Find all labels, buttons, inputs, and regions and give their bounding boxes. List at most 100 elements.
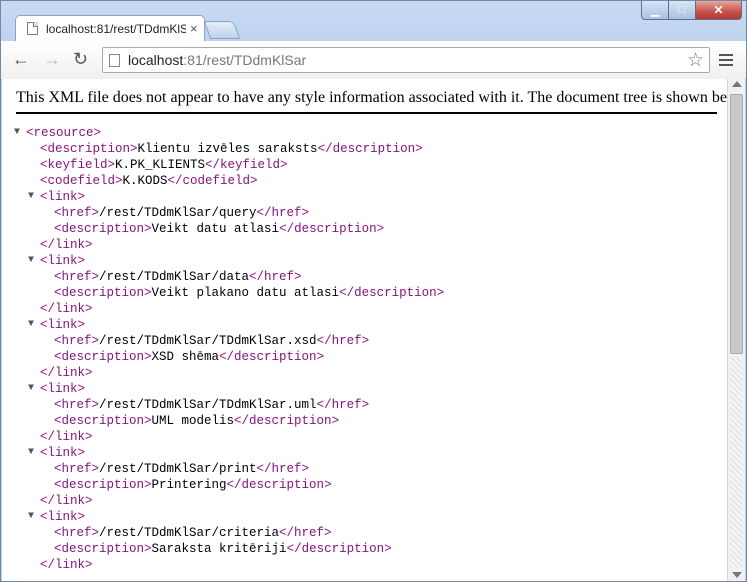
tab-title: localhost:81/rest/TDdmKlSar <box>46 21 186 36</box>
close-tab-icon[interactable]: × <box>190 21 198 36</box>
xml-tag: </codefield> <box>167 174 258 188</box>
scroll-track[interactable] <box>730 357 743 567</box>
xml-text: Veikt plakano datu atlasi <box>151 286 340 300</box>
collapse-triangle-icon[interactable]: ▼ <box>28 253 34 269</box>
xml-tag: </href> <box>256 206 310 220</box>
xml-tag: <description> <box>54 414 152 428</box>
xml-tag: <link> <box>40 446 86 460</box>
new-tab-button[interactable] <box>203 21 241 39</box>
scroll-down-arrow-icon[interactable] <box>732 572 742 578</box>
xml-tag: </href> <box>249 270 302 284</box>
xml-tag: </description> <box>279 222 385 236</box>
xml-link-open: ▼ <link> <box>2 189 444 205</box>
url-path: :81/rest/TDdmKlSar <box>183 52 307 68</box>
vertical-scrollbar[interactable] <box>727 79 745 581</box>
xml-link-open: ▼ <link> <box>2 253 444 269</box>
address-bar[interactable]: localhost:81/rest/TDdmKlSar ☆ <box>102 47 710 73</box>
xml-tag: <href> <box>54 334 100 348</box>
collapse-triangle-icon[interactable]: ▼ <box>28 381 34 397</box>
xml-href-line: <href>/rest/TDdmKlSar/criteria</href> <box>2 525 444 541</box>
xml-notice: This XML file does not appear to have an… <box>16 89 727 114</box>
xml-text: Klientu izvēles saraksts <box>137 142 318 156</box>
xml-description-line: <description>XSD shēma</description> <box>2 349 444 365</box>
collapse-triangle-icon[interactable]: ▼ <box>28 189 34 205</box>
browser-window: ▁ □ ✕ localhost:81/rest/TDdmKlSar × ← → … <box>0 0 747 582</box>
xml-tag: <href> <box>54 462 100 476</box>
xml-link-close: </link> <box>2 301 444 317</box>
xml-tag: </description> <box>219 350 325 364</box>
xml-tag: </description> <box>234 414 340 428</box>
scroll-up-arrow-icon[interactable] <box>732 81 742 87</box>
xml-link-close: </link> <box>2 237 444 253</box>
xml-link-open: ▼ <link> <box>2 317 444 333</box>
xml-tag: <href> <box>54 398 100 412</box>
xml-description-line: <description>Printering</description> <box>2 477 444 493</box>
back-button[interactable]: ← <box>12 49 30 69</box>
xml-link-close: </link> <box>2 557 444 573</box>
xml-tag: </description> <box>317 142 423 156</box>
xml-link-close: </link> <box>2 493 444 509</box>
xml-href-line: <href>/rest/TDdmKlSar/data</href> <box>2 269 444 285</box>
xml-tag: </href> <box>316 398 370 412</box>
minimize-button[interactable]: ▁ <box>641 1 669 20</box>
xml-field-line: <description>Klientu izvēles saraksts</d… <box>2 141 444 157</box>
xml-text: /rest/TDdmKlSar/data <box>99 270 250 284</box>
url-text[interactable]: localhost:81/rest/TDdmKlSar <box>128 52 306 68</box>
xml-text: /rest/TDdmKlSar/query <box>99 206 257 220</box>
xml-tag: <description> <box>54 350 152 364</box>
xml-tree: ▼ <resource> <description>Klientu izvēles … <box>2 125 444 573</box>
xml-href-line: <href>/rest/TDdmKlSar/print</href> <box>2 461 444 477</box>
xml-text: Veikt datu atlasi <box>151 222 280 236</box>
xml-tag: <link> <box>40 190 86 204</box>
xml-link-close: </link> <box>2 365 444 381</box>
xml-tag: </link> <box>40 558 93 572</box>
browser-toolbar: ← → ↻ localhost:81/rest/TDdmKlSar ☆ <box>1 41 746 80</box>
tab-active[interactable]: localhost:81/rest/TDdmKlSar × <box>15 15 205 41</box>
xml-tag: <description> <box>54 478 152 492</box>
xml-field-line: <codefield>K.KODS</codefield> <box>2 173 444 189</box>
scroll-thumb[interactable] <box>730 94 743 354</box>
window-controls: ▁ □ ✕ <box>641 1 742 20</box>
collapse-triangle-icon[interactable]: ▼ <box>28 317 34 333</box>
xml-text: K.KODS <box>122 174 168 188</box>
xml-tag: <description> <box>40 142 138 156</box>
xml-href-line: <href>/rest/TDdmKlSar/TDdmKlSar.uml</hre… <box>2 397 444 413</box>
xml-text: XSD shēma <box>151 350 220 364</box>
xml-tag: </description> <box>286 542 392 556</box>
xml-tag: <resource> <box>26 126 102 140</box>
xml-tag: <href> <box>54 526 100 540</box>
bookmark-star-icon[interactable]: ☆ <box>687 49 704 72</box>
xml-href-line: <href>/rest/TDdmKlSar/TDdmKlSar.xsd</hre… <box>2 333 444 349</box>
xml-description-line: <description>UML modelis</description> <box>2 413 444 429</box>
menu-icon[interactable] <box>719 54 733 69</box>
xml-tag: </link> <box>40 366 93 380</box>
xml-description-line: <description>Veikt datu atlasi</descript… <box>2 221 444 237</box>
url-host: localhost <box>128 52 184 68</box>
reload-button[interactable]: ↻ <box>73 49 88 69</box>
close-window-button[interactable]: ✕ <box>696 1 742 20</box>
xml-tag: </href> <box>316 334 370 348</box>
xml-text: Printering <box>151 478 227 492</box>
xml-tag: <link> <box>40 254 86 268</box>
xml-description-line: <description>Veikt plakano datu atlasi</… <box>2 285 444 301</box>
xml-tag: <description> <box>54 286 152 300</box>
page-icon <box>109 53 120 67</box>
xml-tag: </keyfield> <box>205 158 288 172</box>
xml-tag: </link> <box>40 302 93 316</box>
xml-tag: </description> <box>339 286 445 300</box>
xml-tag: </link> <box>40 238 93 252</box>
xml-root-line: ▼ <resource> <box>2 125 444 141</box>
xml-text: /rest/TDdmKlSar/TDdmKlSar.uml <box>99 398 317 412</box>
xml-tag: </link> <box>40 494 93 508</box>
xml-text: UML modelis <box>151 414 235 428</box>
collapse-triangle-icon[interactable]: ▼ <box>14 125 20 141</box>
xml-tag: <keyfield> <box>40 158 116 172</box>
xml-tag: <href> <box>54 206 100 220</box>
xml-tag: <href> <box>54 270 100 284</box>
maximize-button[interactable]: □ <box>669 1 696 20</box>
collapse-triangle-icon[interactable]: ▼ <box>28 509 34 525</box>
forward-button[interactable]: → <box>43 49 61 69</box>
xml-link-open: ▼ <link> <box>2 445 444 461</box>
xml-tag: <description> <box>54 222 152 236</box>
collapse-triangle-icon[interactable]: ▼ <box>28 445 34 461</box>
